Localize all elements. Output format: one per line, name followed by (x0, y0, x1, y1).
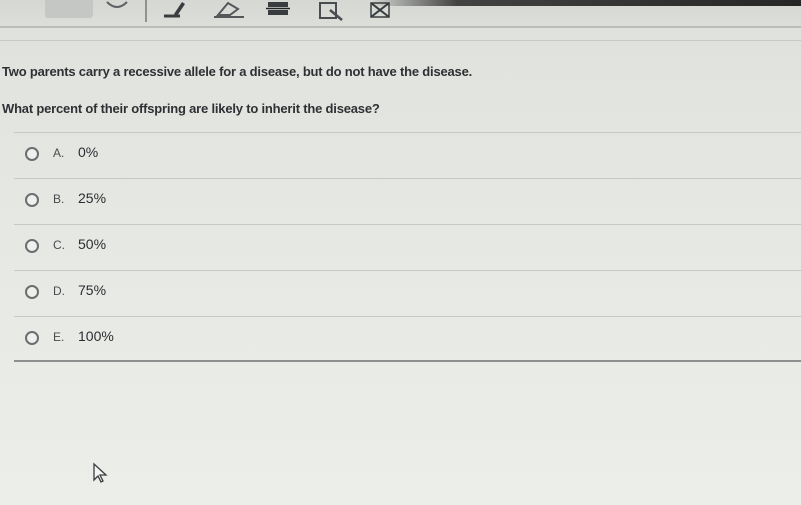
choice-text: 50% (78, 236, 107, 252)
choice-c[interactable]: C. 50% (14, 224, 801, 270)
choice-letter: E. (53, 330, 65, 344)
question-prompt: What percent of their offspring are like… (2, 101, 380, 116)
answer-choices: A. 0% B. 25% C. 50% D. 75% E. 100% (14, 132, 801, 362)
choice-a[interactable]: A. 0% (14, 132, 801, 178)
toolbar-shadow (371, 0, 801, 6)
toolbar-separator (145, 0, 147, 22)
zoom-icon[interactable] (318, 0, 346, 22)
chevron-down-icon[interactable] (104, 0, 130, 22)
toolbar (0, 0, 801, 28)
choice-d[interactable]: D. 75% (14, 270, 801, 316)
choice-text: 25% (78, 190, 107, 206)
strikethrough-icon[interactable] (266, 0, 290, 22)
header-divider (0, 40, 801, 41)
choice-text: 100% (78, 328, 114, 344)
radio-button[interactable] (25, 331, 39, 345)
choice-text: 0% (78, 144, 99, 160)
radio-button[interactable] (25, 239, 39, 253)
toolbar-tab[interactable] (45, 0, 93, 18)
choice-letter: A. (53, 146, 65, 160)
choice-letter: D. (53, 284, 65, 298)
eraser-icon[interactable] (212, 0, 246, 22)
choice-letter: B. (53, 192, 65, 206)
mouse-cursor-icon (92, 462, 108, 489)
choice-text: 75% (78, 282, 107, 298)
choice-e[interactable]: E. 100% (14, 316, 801, 362)
choice-letter: C. (53, 238, 65, 252)
radio-button[interactable] (25, 147, 39, 161)
radio-button[interactable] (25, 285, 39, 299)
choice-b[interactable]: B. 25% (14, 178, 801, 224)
highlighter-icon[interactable] (160, 0, 186, 22)
question-stem: Two parents carry a recessive allele for… (2, 64, 473, 79)
radio-button[interactable] (25, 193, 39, 207)
